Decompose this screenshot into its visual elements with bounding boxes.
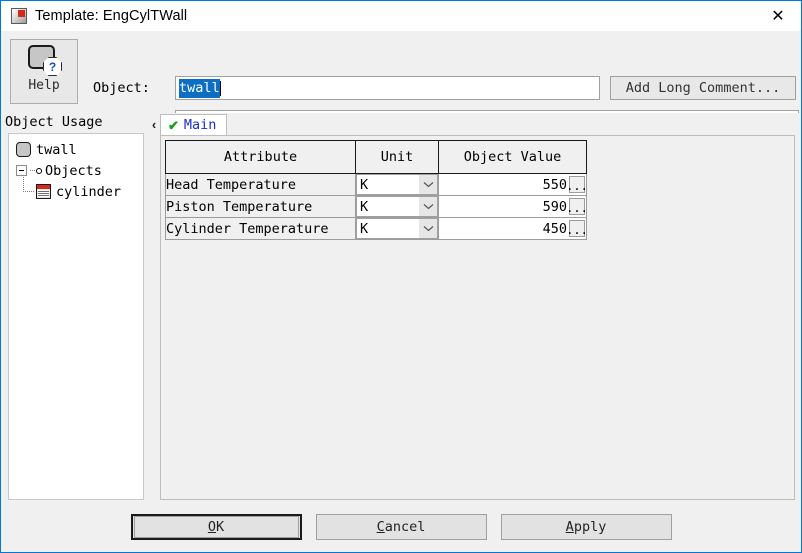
- attributes-panel: ✔ Main Attribute Unit Object V: [160, 113, 795, 500]
- collapse-minus-icon[interactable]: [16, 165, 27, 176]
- object-label: Object:: [93, 80, 175, 96]
- cell-object-value: 550 ...: [439, 174, 587, 196]
- chevron-down-icon[interactable]: [419, 197, 437, 216]
- unit-value: K: [357, 221, 368, 237]
- tab-main[interactable]: ✔ Main: [160, 114, 227, 135]
- add-long-comment-button[interactable]: Add Long Comment...: [610, 76, 796, 100]
- ok-button-mnemonic: O: [208, 519, 216, 535]
- dialog-footer: OK Cancel Apply: [1, 506, 801, 552]
- column-header-object-value[interactable]: Object Value: [439, 141, 587, 174]
- table-row: Cylinder Temperature K: [166, 218, 587, 240]
- object-field-row: Object: twall: [93, 76, 600, 100]
- cylinder-icon: [36, 184, 51, 199]
- unit-dropdown[interactable]: K: [356, 196, 438, 217]
- apply-button-label: pply: [574, 519, 607, 535]
- panel-splitter[interactable]: ‹: [148, 113, 160, 506]
- tree-item-label: cylinder: [56, 184, 121, 200]
- cell-unit: K: [356, 174, 439, 196]
- ok-button[interactable]: OK: [131, 514, 302, 540]
- cancel-button-mnemonic: C: [377, 519, 385, 535]
- cell-unit: K: [356, 196, 439, 218]
- tree-item-label: Objects: [45, 163, 102, 179]
- table-header-row: Attribute Unit Object Value: [166, 141, 587, 174]
- unit-value: K: [357, 199, 368, 215]
- value-browse-button[interactable]: ...: [569, 220, 585, 237]
- template-window-icon: [11, 8, 27, 24]
- object-usage-title: Object Usage: [1, 113, 148, 133]
- object-value-text[interactable]: 550: [439, 177, 569, 193]
- document-icon: [16, 142, 31, 157]
- unit-dropdown[interactable]: K: [356, 218, 438, 239]
- object-value-text[interactable]: 590: [439, 199, 569, 215]
- help-button-label: Help: [28, 78, 59, 93]
- help-icon: ?: [26, 45, 62, 75]
- dialog-body: Object Usage twall Objects cylinder: [1, 113, 801, 506]
- apply-button-mnemonic: A: [566, 519, 574, 535]
- unit-dropdown[interactable]: K: [356, 174, 438, 195]
- window-title: Template: EngCylTWall: [35, 8, 187, 24]
- cell-object-value: 590 ...: [439, 196, 587, 218]
- cancel-button[interactable]: Cancel: [316, 514, 487, 540]
- cell-object-value: 450 ...: [439, 218, 587, 240]
- tab-main-label: Main: [184, 117, 217, 133]
- object-usage-panel: Object Usage twall Objects cylinder: [1, 113, 148, 506]
- cell-unit: K: [356, 218, 439, 240]
- apply-button[interactable]: Apply: [501, 514, 672, 540]
- object-input[interactable]: twall: [175, 76, 600, 100]
- cancel-button-label: ancel: [385, 519, 426, 535]
- object-usage-tree[interactable]: twall Objects cylinder: [8, 133, 144, 500]
- tab-strip: ✔ Main: [160, 113, 795, 135]
- top-form-area: ? Help Object: twall Comment: Add Long C…: [1, 31, 801, 113]
- tree-connector: [23, 177, 34, 192]
- table-row: Head Temperature K: [166, 174, 587, 196]
- tree-item-cylinder[interactable]: cylinder: [14, 181, 143, 202]
- value-browse-button[interactable]: ...: [569, 198, 585, 215]
- cell-attribute: Piston Temperature: [166, 196, 356, 218]
- object-value-text[interactable]: 450: [439, 221, 569, 237]
- check-icon: ✔: [168, 119, 179, 132]
- title-bar: Template: EngCylTWall ✕: [1, 1, 801, 31]
- chevron-down-icon[interactable]: [419, 219, 437, 238]
- column-header-unit[interactable]: Unit: [356, 141, 439, 174]
- tab-panel-main: Attribute Unit Object Value Head Tempera…: [160, 135, 795, 500]
- help-button[interactable]: ? Help: [10, 39, 78, 104]
- tree-connector: [30, 170, 35, 172]
- tree-item-twall[interactable]: twall: [14, 139, 143, 160]
- text-caret: [220, 81, 221, 96]
- template-dialog-window: Template: EngCylTWall ✕ ? Help Object: t…: [0, 0, 802, 553]
- cell-attribute: Cylinder Temperature: [166, 218, 356, 240]
- attributes-table: Attribute Unit Object Value Head Tempera…: [165, 140, 587, 240]
- table-row: Piston Temperature K: [166, 196, 587, 218]
- value-browse-button[interactable]: ...: [569, 176, 585, 193]
- bullet-icon: [36, 168, 42, 174]
- unit-value: K: [357, 177, 368, 193]
- chevron-down-icon[interactable]: [419, 175, 437, 194]
- close-icon[interactable]: ✕: [755, 1, 801, 30]
- ok-button-label: K: [216, 519, 224, 535]
- cell-attribute: Head Temperature: [166, 174, 356, 196]
- column-header-attribute[interactable]: Attribute: [166, 141, 356, 174]
- tree-item-label: twall: [36, 142, 77, 158]
- object-input-value: twall: [179, 79, 220, 98]
